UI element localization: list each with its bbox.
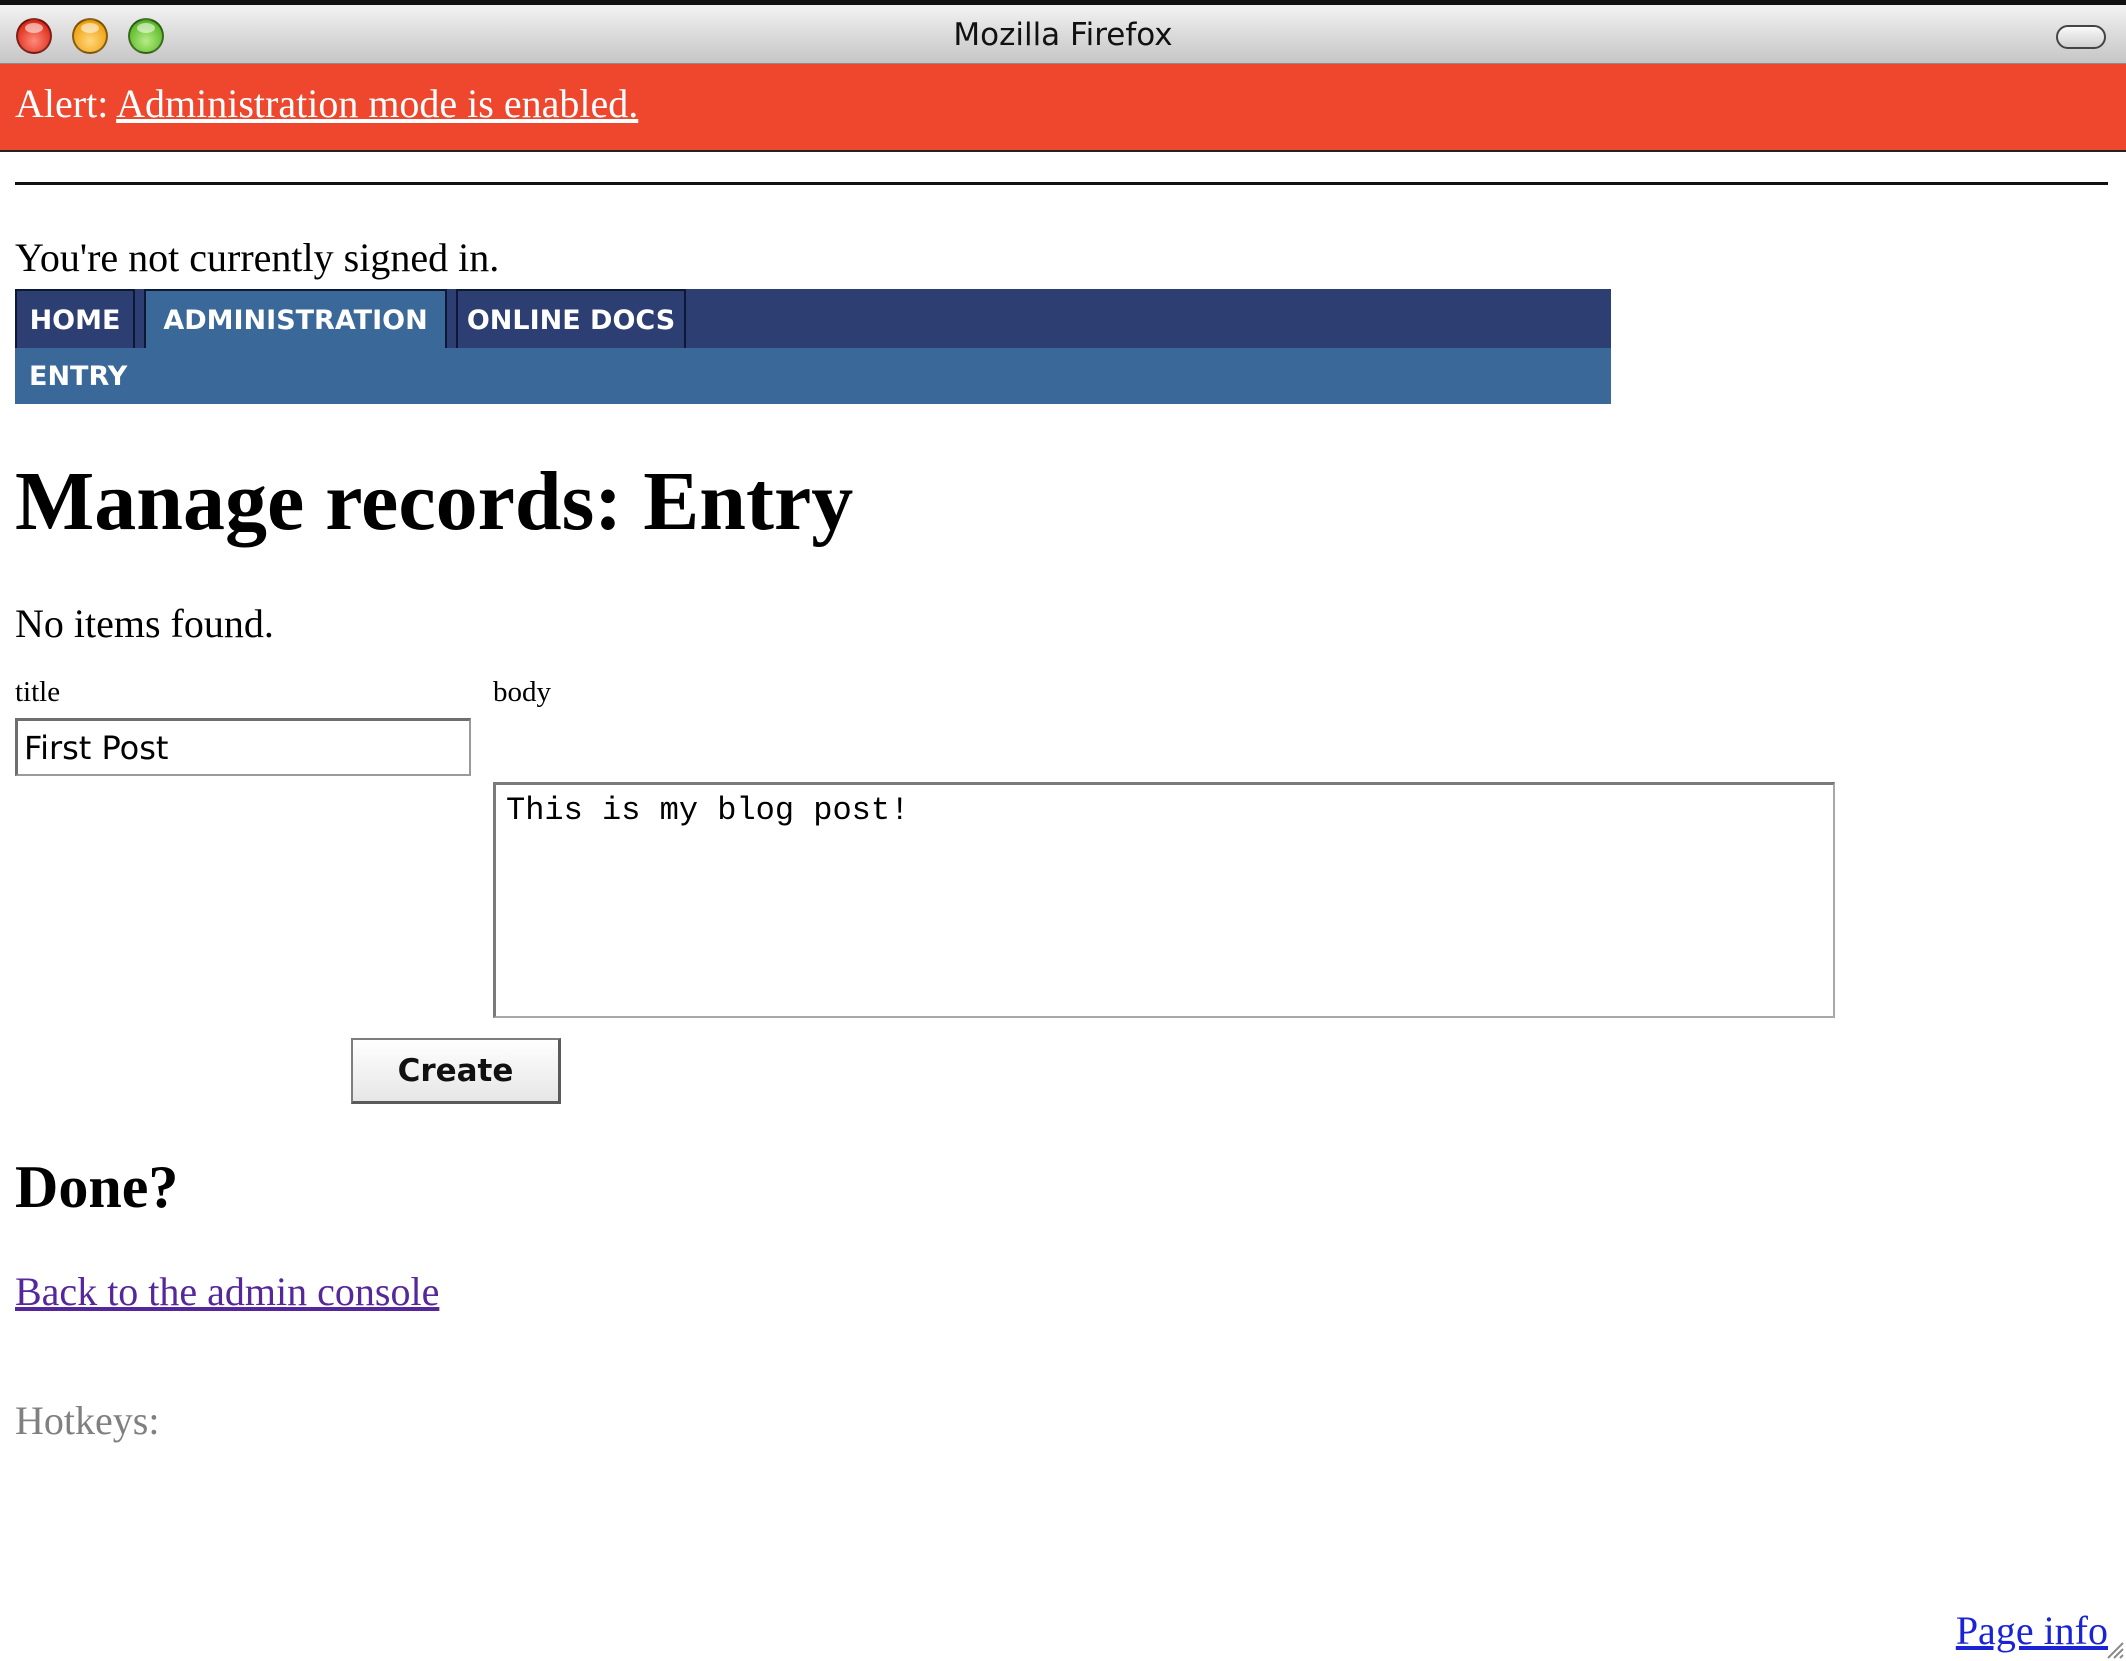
primary-navigation: HOME ADMINISTRATION ONLINE DOCS (15, 289, 1611, 348)
resize-grip-icon[interactable] (2102, 1637, 2124, 1659)
alert-admin-mode-link[interactable]: Administration mode is enabled. (116, 81, 638, 126)
title-input[interactable] (15, 718, 471, 776)
alert-prefix: Alert: (15, 81, 109, 126)
admin-alert-bar: Alert: Administration mode is enabled. (0, 64, 2126, 152)
body-textarea[interactable]: This is my blog post! (493, 782, 1835, 1018)
toolbar-toggle-button[interactable] (2056, 25, 2106, 49)
tab-administration[interactable]: ADMINISTRATION (144, 289, 447, 348)
browser-window: Mozilla Firefox Alert: Administration mo… (0, 0, 2126, 1661)
subnav-item-entry[interactable]: ENTRY (29, 348, 127, 406)
title-field-label: title (15, 676, 61, 708)
page-title: Manage records: Entry (15, 455, 854, 548)
horizontal-divider (15, 182, 2108, 185)
done-heading: Done? (15, 1154, 179, 1220)
body-field-label: body (493, 676, 551, 708)
back-to-admin-console-link[interactable]: Back to the admin console (15, 1268, 439, 1316)
tab-home[interactable]: HOME (15, 289, 135, 348)
empty-results-message: No items found. (15, 601, 274, 646)
window-titlebar[interactable]: Mozilla Firefox (0, 0, 2126, 64)
tab-online-docs[interactable]: ONLINE DOCS (456, 289, 686, 348)
body-text: This is my blog post! (506, 792, 910, 829)
window-title: Mozilla Firefox (953, 17, 1173, 53)
page-info-link[interactable]: Page info (1956, 1607, 2108, 1655)
secondary-navigation: ENTRY (15, 348, 1611, 404)
hotkeys-label: Hotkeys: (15, 1398, 160, 1443)
create-button[interactable]: Create (351, 1038, 561, 1104)
signin-status: You're not currently signed in. (15, 235, 500, 280)
page-content: Alert: Administration mode is enabled. Y… (0, 64, 2126, 1661)
